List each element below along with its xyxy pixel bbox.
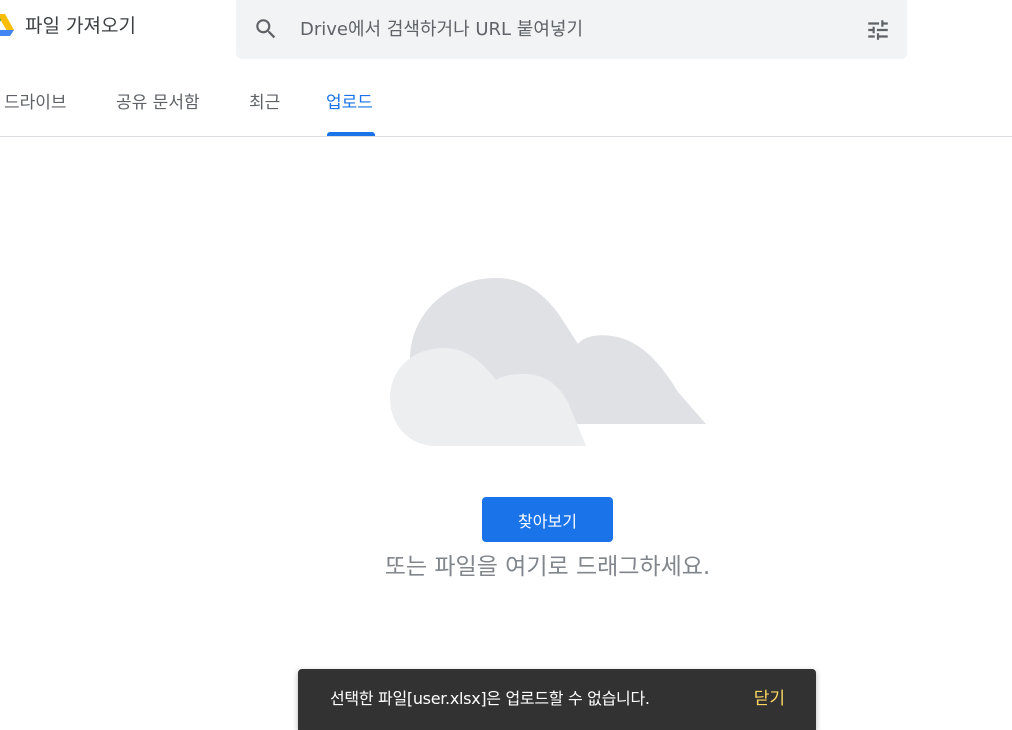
drag-drop-hint: 또는 파일을 여기로 드래그하세요. (384, 554, 711, 580)
source-tabs: 드라이브 공유 문서함 최근 업로드 (0, 78, 1012, 137)
snackbar-message: 선택한 파일[user.xlsx]은 업로드할 수 없습니다. (330, 689, 650, 708)
tune-filter-icon[interactable] (865, 17, 891, 43)
tab-shared-with-me[interactable]: 공유 문서함 (116, 90, 200, 116)
tab-upload[interactable]: 업로드 (326, 90, 373, 116)
cloud-illustration (390, 278, 706, 446)
tab-recent[interactable]: 최근 (249, 90, 280, 116)
snackbar-close-button[interactable]: 닫기 (754, 687, 785, 711)
google-drive-logo-icon (0, 14, 14, 36)
file-picker-page: 파일 가져오기 드라이브 공유 문서함 최근 업로드 찾아보기 또는 파일을 여… (0, 0, 1012, 730)
search-icon[interactable] (253, 16, 279, 42)
active-tab-indicator (327, 132, 375, 136)
tab-drive[interactable]: 드라이브 (4, 90, 67, 116)
error-snackbar: 선택한 파일[user.xlsx]은 업로드할 수 없습니다. 닫기 (298, 669, 816, 730)
page-title: 파일 가져오기 (25, 15, 136, 37)
search-bar (236, 0, 907, 59)
search-input[interactable] (300, 15, 840, 43)
browse-button[interactable]: 찾아보기 (482, 497, 613, 542)
